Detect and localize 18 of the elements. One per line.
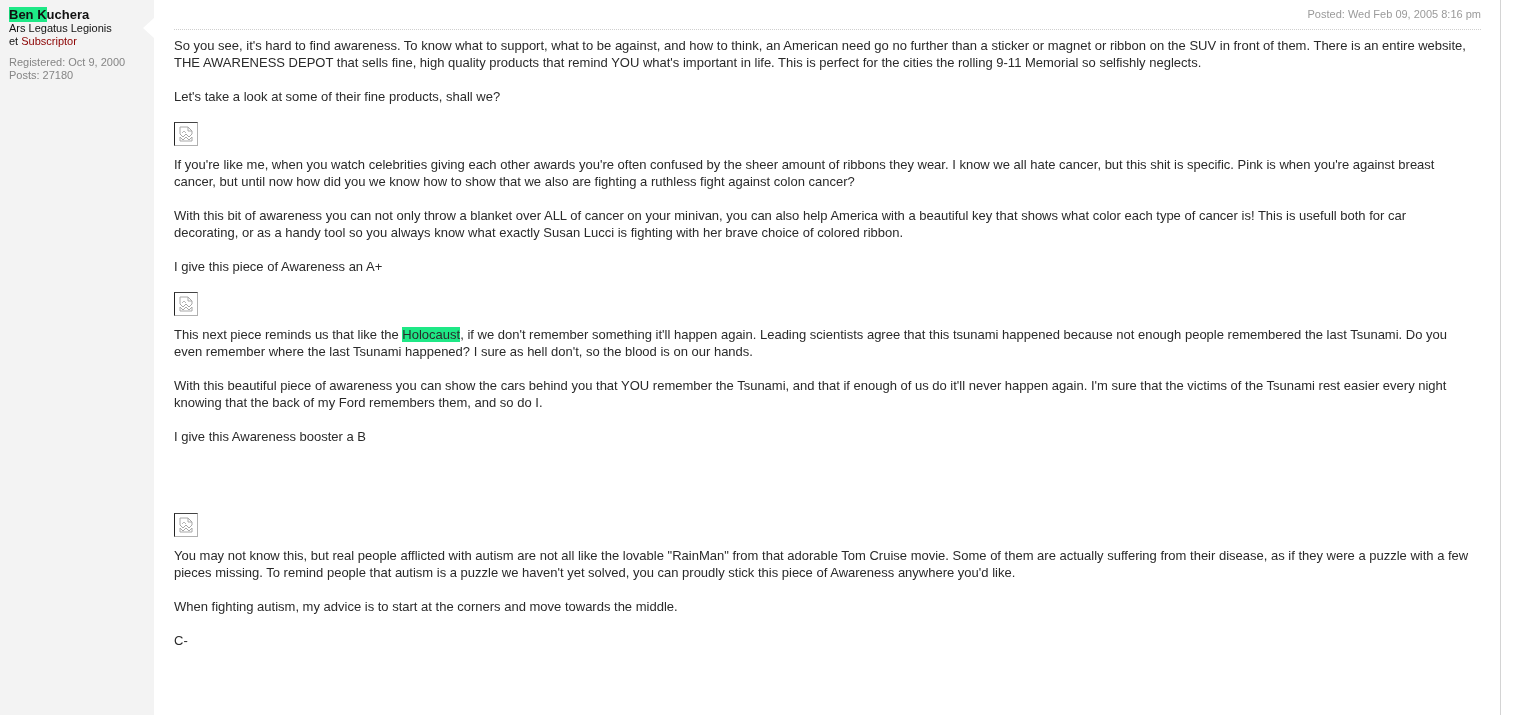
- user-rank: Ars Legatus Legionis et Subscriptor: [9, 22, 113, 48]
- post-date: Posted: Wed Feb 09, 2005 8:16 pm: [1307, 7, 1481, 21]
- post-paragraph: C-: [174, 632, 189, 649]
- post-paragraph: So you see, it's hard to find awareness. To know what to support, what to be against, and how to think, an American need go no further than a sticker or magnet or ribbon on the SUV in front of them. There is an entire website, THE AWARENESS DEPOT that sells fine, high quality products that remind YOU what's important in life. This is perfect for the cities the rolling 9-11 Memorial so selfishly neglects.: [174, 37, 1467, 71]
- post-paragraph: This next piece reminds us that like the Holocaust, if we don't remember something it'll happen again. Leading scientists agree that this tsunami happened because not enough people remembered the last Tsunami. Do you even remember where the last Tsunami happened? I sure as hell don't, so the blood is on our hands.: [174, 326, 1448, 360]
- post-paragraph: If you're like me, when you watch celebrities giving each other awards you're often confused by the sheer amount of ribbons they wear. I know we all hate cancer, but this shit is specific. Pink is when you're against breast cancer, but until now how did you we know how to show that we also are fighting a ruthless fight against colon cancer?: [174, 156, 1436, 190]
- post-paragraph: You may not know this, but real people afflicted with autism are not all like the lovable "RainMan" from that adorable Tom Cruise movie. Some of them are actually suffering from their disease, as if they were a puzzle with a few pieces missing. To remind people that autism is a puzzle we haven't yet solved, you can proudly stick this piece of Awareness anywhere you'd like.: [174, 547, 1470, 581]
- post-paragraph: I give this Awareness booster a B: [174, 428, 367, 445]
- post-paragraph: Let's take a look at some of their fine products, shall we?: [174, 88, 502, 105]
- broken-image-icon: [174, 513, 198, 537]
- broken-image-icon: [174, 292, 198, 316]
- post-paragraph: I give this piece of Awareness an A+: [174, 258, 384, 275]
- post-paragraph: With this bit of awareness you can not only throw a blanket over ALL of cancer on your minivan, you can also help America with a beautiful key that shows what color each type of cancer is! This is usefull both for car decorating, or as a handy tool so you always know what exactly Susan Lucci is fighting with her brave choice of colored ribbon.: [174, 207, 1408, 241]
- broken-image-icon: [174, 122, 198, 146]
- post-count: Posts: 27180: [9, 69, 74, 82]
- post-paragraph: When fighting autism, my advice is to start at the corners and move towards the middle.: [174, 598, 679, 615]
- registered-date: Registered: Oct 9, 2000: [9, 56, 126, 69]
- post-paragraph: With this beautiful piece of awareness you can show the cars behind you that YOU remember the Tsunami, and that if enough of us do it'll never happen again. I'm sure that the victims of the Tsunami rest easier every night knowing that the back of my Ford remembers them, and so do I.: [174, 377, 1448, 411]
